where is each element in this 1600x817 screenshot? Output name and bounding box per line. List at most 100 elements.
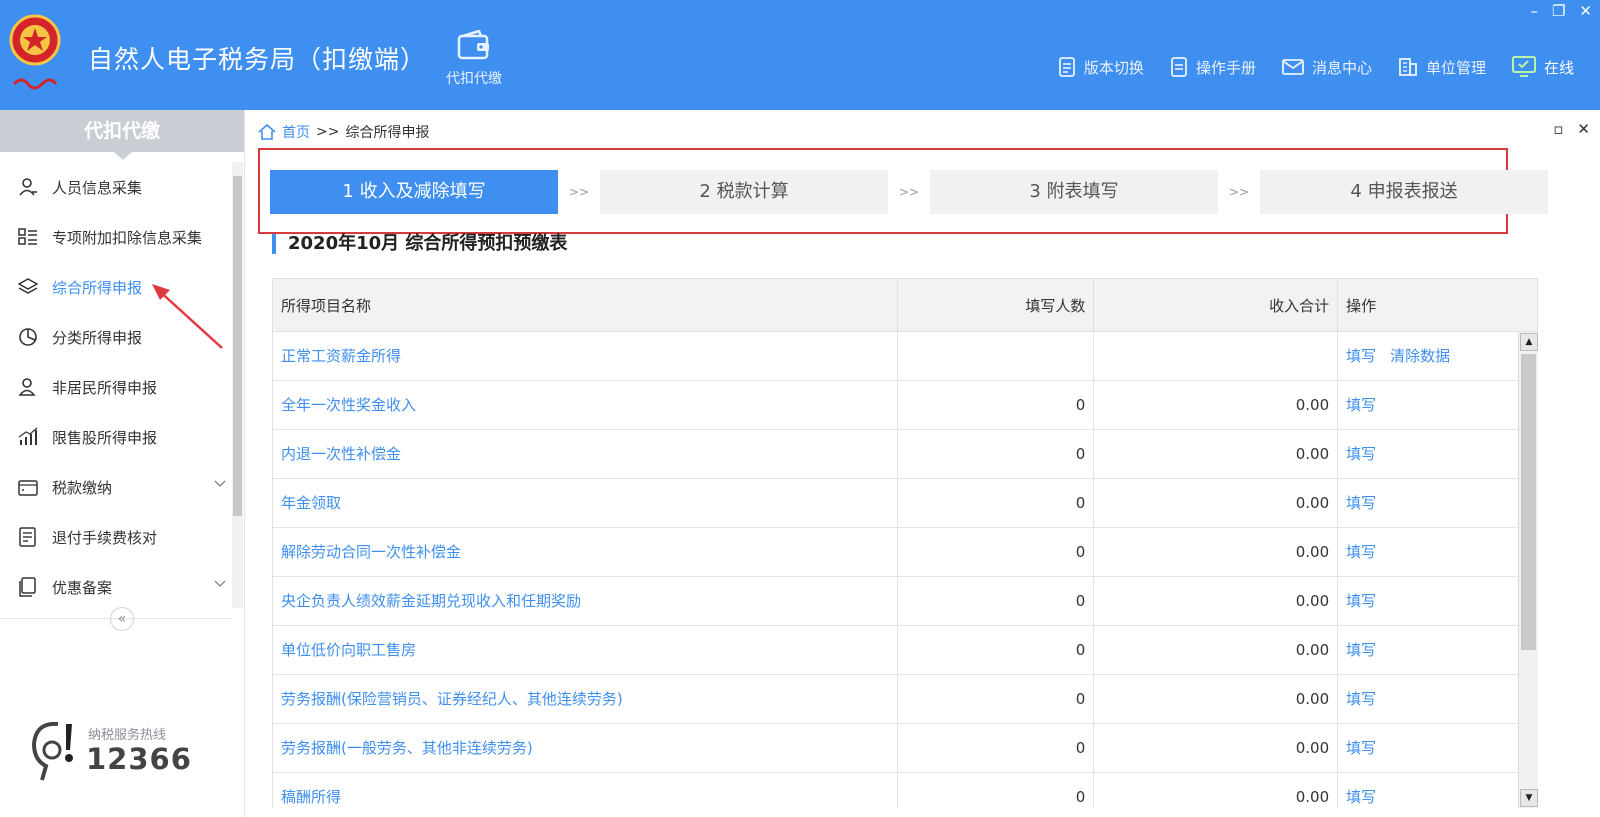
income-item-link[interactable]: 劳务报酬(一般劳务、其他非连续劳务)	[273, 724, 899, 772]
step-submit-report[interactable]: 4 申报表报送	[1260, 170, 1548, 214]
income-item-link[interactable]: 解除劳动合同一次性补偿金	[273, 528, 899, 576]
user-icon	[18, 377, 38, 397]
filled-count: 0	[898, 773, 1095, 808]
sidebar-item-nonresident-income[interactable]: 非居民所得申报	[0, 362, 232, 412]
scroll-thumb[interactable]	[1521, 354, 1536, 650]
app-header: 自然人电子税务局（扣缴端） 代扣代缴 – ❐ ✕ 版本切换 操作手册 消息中心 …	[0, 0, 1600, 110]
sidebar-item-tax-payment[interactable]: 税款缴纳	[0, 462, 232, 512]
income-item-link[interactable]: 稿酬所得	[273, 773, 899, 808]
fill-button[interactable]: 填写	[1346, 543, 1376, 561]
panel-restore-button[interactable]: ▫	[1553, 120, 1563, 138]
fill-button[interactable]: 填写	[1346, 739, 1376, 757]
filled-count: 0	[898, 381, 1095, 429]
nav-version-switch[interactable]: 版本切换	[1058, 57, 1144, 78]
sidebar-item-label: 限售股所得申报	[52, 428, 158, 447]
module-withholding[interactable]: 代扣代缴	[436, 30, 512, 88]
list-icon	[18, 227, 38, 247]
scroll-thumb[interactable]	[233, 176, 242, 516]
income-item-link[interactable]: 单位低价向职工售房	[273, 626, 899, 674]
app-title: 自然人电子税务局（扣缴端）	[88, 45, 427, 74]
income-total: 0.00	[1094, 381, 1339, 429]
nav-manual[interactable]: 操作手册	[1170, 57, 1256, 78]
sidebar-item-label: 非居民所得申报	[52, 378, 158, 397]
scroll-up-arrow[interactable]: ▲	[1520, 333, 1538, 351]
filled-count	[898, 332, 1095, 380]
income-item-link[interactable]: 年金领取	[273, 479, 899, 527]
table-row: 解除劳动合同一次性补偿金 0 0.00 填写	[273, 528, 1538, 577]
filled-count: 0	[898, 479, 1095, 527]
nav-online-status[interactable]: 在线	[1511, 56, 1574, 78]
row-actions: 填写	[1338, 773, 1538, 808]
column-header: 填写人数	[898, 279, 1095, 331]
minimize-button[interactable]: –	[1530, 2, 1538, 20]
income-total: 0.00	[1094, 577, 1339, 625]
column-header: 收入合计	[1094, 279, 1339, 331]
sidebar-title: 代扣代缴	[0, 110, 244, 160]
fill-button[interactable]: 填写	[1346, 788, 1376, 806]
step-tax-calculation[interactable]: 2 税款计算	[600, 170, 888, 214]
table-scrollbar[interactable]: ▲ ▼	[1518, 332, 1538, 808]
receipt-icon	[18, 527, 38, 547]
monitor-icon	[1511, 56, 1536, 77]
row-actions: 填写	[1338, 479, 1538, 527]
row-actions: 填写 清除数据	[1338, 332, 1538, 380]
fill-button[interactable]: 填写	[1346, 592, 1376, 610]
filled-count: 0	[898, 430, 1095, 478]
step-income-deduction[interactable]: 1 收入及减除填写	[270, 170, 558, 214]
panel-controls: ▫ ✕	[1553, 120, 1590, 138]
breadcrumb-home-link[interactable]: 首页	[282, 122, 310, 142]
sidebar-menu: 人员信息采集 专项附加扣除信息采集 综合所得申报 分类所得申报 非居民所得申报 …	[0, 162, 232, 612]
filled-count: 0	[898, 577, 1095, 625]
income-total: 0.00	[1094, 773, 1339, 808]
clear-data-button[interactable]: 清除数据	[1390, 347, 1450, 365]
nav-unit-management[interactable]: 单位管理	[1398, 57, 1486, 78]
sidebar: 代扣代缴 人员信息采集 专项附加扣除信息采集 综合所得申报 分类所得申报 非居民…	[0, 110, 245, 817]
collapse-sidebar-button[interactable]: «	[110, 607, 134, 631]
sidebar-item-label: 分类所得申报	[52, 328, 143, 347]
income-item-link[interactable]: 劳务报酬(保险营销员、证券经纪人、其他连续劳务)	[273, 675, 899, 723]
fill-button[interactable]: 填写	[1346, 690, 1376, 708]
home-icon[interactable]	[258, 124, 276, 140]
table-row: 劳务报酬(一般劳务、其他非连续劳务) 0 0.00 填写	[273, 724, 1538, 773]
nav-label: 单位管理	[1425, 58, 1486, 77]
panel-close-button[interactable]: ✕	[1577, 120, 1590, 138]
income-item-link[interactable]: 正常工资薪金所得	[273, 332, 899, 380]
wallet-icon	[457, 30, 489, 60]
step-wizard: 1 收入及减除填写 >> 2 税款计算 >> 3 附表填写 >> 4 申报表报送	[270, 170, 1548, 214]
sidebar-item-personnel-info[interactable]: 人员信息采集	[0, 162, 232, 212]
fill-button[interactable]: 填写	[1346, 494, 1376, 512]
income-total: 0.00	[1094, 430, 1339, 478]
manual-icon	[1171, 57, 1187, 77]
fill-button[interactable]: 填写	[1346, 445, 1376, 463]
person-icon	[18, 177, 38, 197]
nav-message-center[interactable]: 消息中心	[1282, 57, 1372, 78]
sidebar-item-refund-fee-check[interactable]: 退付手续费核对	[0, 512, 232, 562]
sidebar-item-classified-income[interactable]: 分类所得申报	[0, 312, 232, 362]
sidebar-item-comprehensive-income[interactable]: 综合所得申报	[0, 262, 232, 312]
row-actions: 填写	[1338, 675, 1538, 723]
table-row: 正常工资薪金所得 填写 清除数据	[273, 332, 1538, 381]
fill-button[interactable]: 填写	[1346, 396, 1376, 414]
step-schedule-fill[interactable]: 3 附表填写	[930, 170, 1218, 214]
sidebar-item-preferential-filing[interactable]: 优惠备案	[0, 562, 232, 612]
restore-button[interactable]: ❐	[1552, 2, 1565, 20]
income-item-link[interactable]: 全年一次性奖金收入	[273, 381, 899, 429]
headset-icon	[31, 721, 73, 781]
row-actions: 填写	[1338, 626, 1538, 674]
sidebar-item-restricted-stock-income[interactable]: 限售股所得申报	[0, 412, 232, 462]
income-item-link[interactable]: 内退一次性补偿金	[273, 430, 899, 478]
income-item-link[interactable]: 央企负责人绩效薪金延期兑现收入和任期奖励	[273, 577, 899, 625]
step-separator: >>	[1228, 185, 1250, 199]
table-row: 年金领取 0 0.00 填写	[273, 479, 1538, 528]
table-header: 所得项目名称 填写人数 收入合计 操作	[273, 278, 1538, 332]
top-nav: 版本切换 操作手册 消息中心 单位管理 在线	[1058, 56, 1574, 78]
fill-button[interactable]: 填写	[1346, 641, 1376, 659]
scroll-down-arrow[interactable]: ▼	[1520, 789, 1538, 807]
sidebar-item-special-deduction[interactable]: 专项附加扣除信息采集	[0, 212, 232, 262]
row-actions: 填写	[1338, 577, 1538, 625]
sidebar-item-label: 退付手续费核对	[52, 528, 158, 547]
fill-button[interactable]: 填写	[1346, 347, 1376, 365]
window-controls: – ❐ ✕	[1530, 2, 1592, 20]
close-button[interactable]: ✕	[1579, 2, 1592, 20]
sidebar-scrollbar[interactable]	[232, 162, 243, 608]
